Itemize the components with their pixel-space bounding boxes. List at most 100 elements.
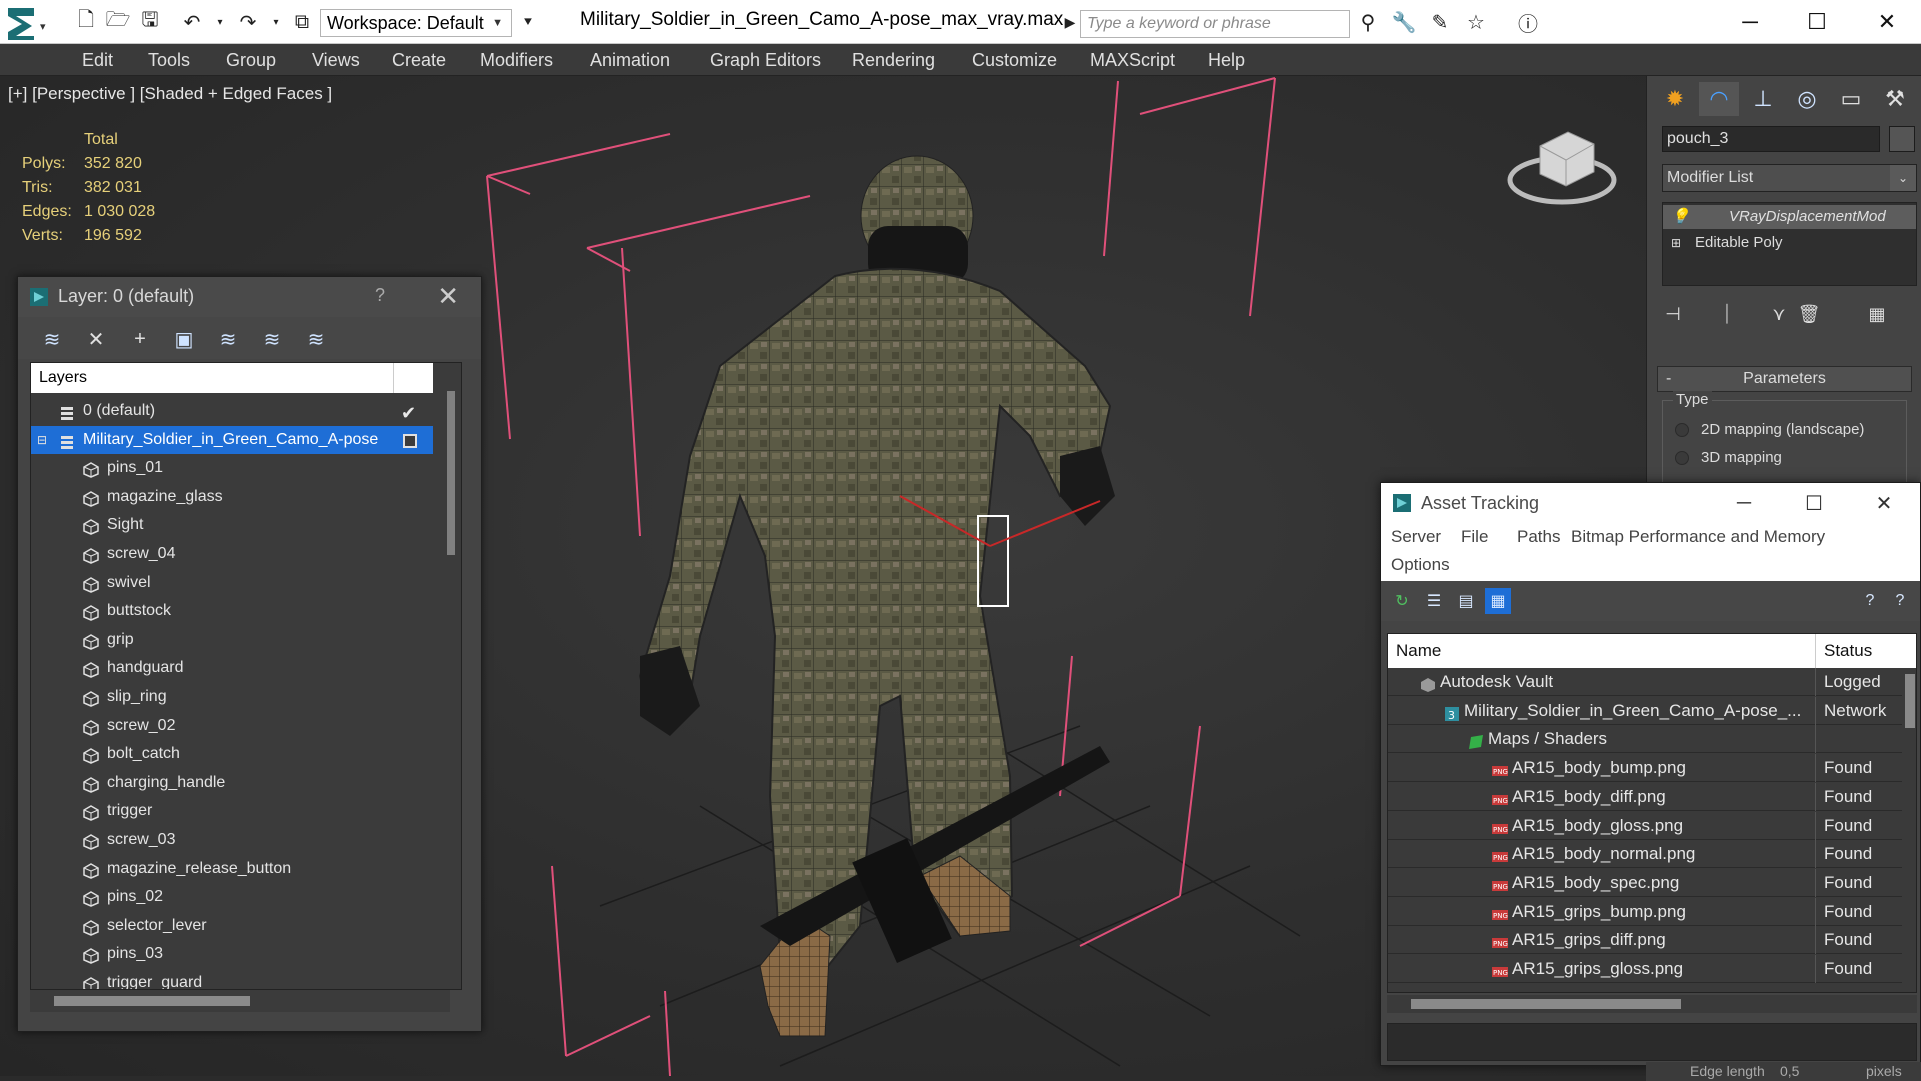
minimize-button[interactable]: ─ xyxy=(1715,4,1785,40)
vertical-scrollbar[interactable] xyxy=(1902,668,1916,992)
layer-object-row[interactable]: screw_02 xyxy=(31,712,433,740)
menu-bitmap-performance[interactable]: Bitmap Performance and Memory xyxy=(1571,527,1825,547)
viewport-label[interactable]: [+] [Perspective ] [Shaded + Edged Faces… xyxy=(8,84,332,104)
menu-maxscript[interactable]: MAXScript xyxy=(1090,50,1175,71)
expand-icon[interactable]: ⊞ xyxy=(1671,231,1681,255)
modifier-list-select[interactable]: Modifier List ⌄ xyxy=(1662,164,1917,192)
hierarchy-tab-icon[interactable]: ⊥ xyxy=(1743,82,1783,116)
redo-dropdown-icon[interactable]: ▾ xyxy=(262,10,290,34)
workspace-select[interactable]: Workspace: Default ▼ xyxy=(320,9,512,37)
menu-graph-editors[interactable]: Graph Editors xyxy=(710,50,821,71)
binoculars-icon[interactable]: ⚲ xyxy=(1354,10,1382,34)
horizontal-scrollbar[interactable] xyxy=(1387,995,1917,1013)
help-icon[interactable]: ? xyxy=(1857,588,1883,614)
help-icon[interactable]: ⓘ xyxy=(1514,10,1542,36)
asset-row[interactable]: PNG AR15_grips_diff.png Found xyxy=(1388,926,1908,955)
asset-tracking-titlebar[interactable]: Asset Tracking ─ ☐ ✕ xyxy=(1381,483,1920,523)
redo-icon[interactable]: ↷ xyxy=(234,10,262,34)
motion-tab-icon[interactable]: ◎ xyxy=(1787,82,1827,116)
stack-item-editable-poly[interactable]: ⊞ Editable Poly xyxy=(1663,231,1916,255)
modify-tab-icon[interactable]: ◠ xyxy=(1699,82,1739,116)
vertical-scrollbar[interactable] xyxy=(445,391,457,989)
create-tab-icon[interactable]: ✹ xyxy=(1655,82,1695,116)
object-name-field[interactable]: pouch_3 xyxy=(1662,126,1880,152)
help-button[interactable]: ? xyxy=(375,285,385,306)
create-layer-icon[interactable]: ≋ xyxy=(38,325,66,353)
refresh-icon[interactable]: ↻ xyxy=(1389,588,1415,614)
horizontal-scrollbar[interactable] xyxy=(30,990,450,1012)
layer-object-row[interactable]: swivel xyxy=(31,569,433,597)
select-objects-icon[interactable]: ▣ xyxy=(170,325,198,353)
highlight-layer-icon[interactable]: ≋ xyxy=(214,325,242,353)
current-layer-check-icon[interactable]: ✔ xyxy=(401,399,416,427)
layer-object-row[interactable]: buttstock xyxy=(31,597,433,625)
menu-customize[interactable]: Customize xyxy=(972,50,1057,71)
close-button[interactable]: ✕ xyxy=(1852,4,1921,40)
communication-icon[interactable]: ✎ xyxy=(1426,10,1454,34)
freeze-layers-icon[interactable]: ≋ xyxy=(302,325,330,353)
layer-object-row[interactable]: grip xyxy=(31,626,433,654)
maximize-button[interactable]: ☐ xyxy=(1779,485,1849,521)
close-button[interactable]: ✕ xyxy=(1849,485,1919,521)
layer-object-row[interactable]: pins_02 xyxy=(31,883,433,911)
menu-paths[interactable]: Paths xyxy=(1517,527,1560,547)
thumbnail-view-icon[interactable]: ▤ xyxy=(1453,588,1479,614)
minimize-button[interactable]: ─ xyxy=(1709,485,1779,521)
app-logo-icon[interactable]: ▾ xyxy=(4,4,56,42)
layer-object-row[interactable]: bolt_catch xyxy=(31,740,433,768)
search-input[interactable]: Type a keyword or phrase xyxy=(1080,10,1350,38)
menu-modifiers[interactable]: Modifiers xyxy=(480,50,553,71)
menu-tools[interactable]: Tools xyxy=(148,50,190,71)
menu-help[interactable]: Help xyxy=(1208,50,1245,71)
asset-row[interactable]: PNG AR15_body_bump.png Found xyxy=(1388,754,1908,783)
layer-object-row[interactable]: trigger_guard xyxy=(31,969,433,989)
pin-stack-icon[interactable]: ⊣ xyxy=(1661,302,1685,326)
layer-row[interactable]: ⊟ Military_Soldier_in_Green_Camo_A-pose xyxy=(31,425,433,454)
layer-dialog-titlebar[interactable]: Layer: 0 (default) ? ✕ xyxy=(18,277,481,317)
parameters-rollout-header[interactable]: - Parameters xyxy=(1657,366,1912,392)
menu-group[interactable]: Group xyxy=(226,50,276,71)
layer-object-row[interactable]: magazine_glass xyxy=(31,483,433,511)
layers-column-header[interactable]: Layers xyxy=(31,363,433,393)
asset-row[interactable]: PNG AR15_body_normal.png Found xyxy=(1388,840,1908,869)
column-status[interactable]: Status xyxy=(1824,634,1872,668)
collapse-icon[interactable]: ⊟ xyxy=(37,426,47,454)
project-folder-icon[interactable]: ⧉ xyxy=(288,10,316,34)
layer-object-row[interactable]: selector_lever xyxy=(31,912,433,940)
column-name[interactable]: Name xyxy=(1396,634,1441,668)
asset-row[interactable]: PNG AR15_body_gloss.png Found xyxy=(1388,811,1908,840)
lightbulb-icon[interactable]: 💡 xyxy=(1671,205,1690,229)
make-unique-icon[interactable]: ⋎ xyxy=(1767,302,1791,326)
radio-3d-mapping[interactable] xyxy=(1675,451,1689,465)
favorites-star-icon[interactable]: ☆ xyxy=(1462,10,1490,34)
soldier-model[interactable] xyxy=(638,155,1115,1037)
asset-row[interactable]: Maps / Shaders xyxy=(1388,725,1908,754)
menu-create[interactable]: Create xyxy=(392,50,446,71)
show-end-result-icon[interactable]: ⏐ xyxy=(1715,302,1739,326)
undo-dropdown-icon[interactable]: ▾ xyxy=(206,10,234,34)
utilities-tab-icon[interactable]: ⚒ xyxy=(1875,82,1915,116)
hide-layers-icon[interactable]: ≋ xyxy=(258,325,286,353)
asset-row[interactable]: Autodesk Vault Logged xyxy=(1388,668,1908,696)
radio-2d-mapping[interactable] xyxy=(1675,423,1689,437)
view-cube[interactable] xyxy=(1507,131,1617,205)
layer-object-row[interactable]: trigger xyxy=(31,797,433,825)
layer-object-row[interactable]: charging_handle xyxy=(31,769,433,797)
layer-row[interactable]: 0 (default) ✔ xyxy=(31,397,433,425)
add-to-layer-icon[interactable]: + xyxy=(126,325,154,353)
stack-item-vray-displacement[interactable]: 💡 VRayDisplacementMod xyxy=(1663,205,1916,229)
layer-object-row[interactable]: slip_ring xyxy=(31,683,433,711)
close-icon[interactable]: ✕ xyxy=(437,281,459,312)
layer-object-row[interactable]: Sight xyxy=(31,511,433,539)
layer-object-row[interactable]: pins_03 xyxy=(31,940,433,968)
save-icon[interactable]: 🖫 xyxy=(136,9,164,34)
menu-views[interactable]: Views xyxy=(312,50,360,71)
layer-object-row[interactable]: magazine_release_button xyxy=(31,855,433,883)
table-view-icon[interactable]: ▦ xyxy=(1485,588,1511,614)
customize-toolbar-icon[interactable]: ⯆ xyxy=(514,10,542,34)
menu-server[interactable]: Server xyxy=(1391,527,1441,547)
context-help-icon[interactable]: ? xyxy=(1887,588,1913,614)
set-current-layer-box[interactable] xyxy=(403,433,417,448)
menu-animation[interactable]: Animation xyxy=(590,50,670,71)
open-file-icon[interactable]: 🗁 xyxy=(104,9,132,34)
